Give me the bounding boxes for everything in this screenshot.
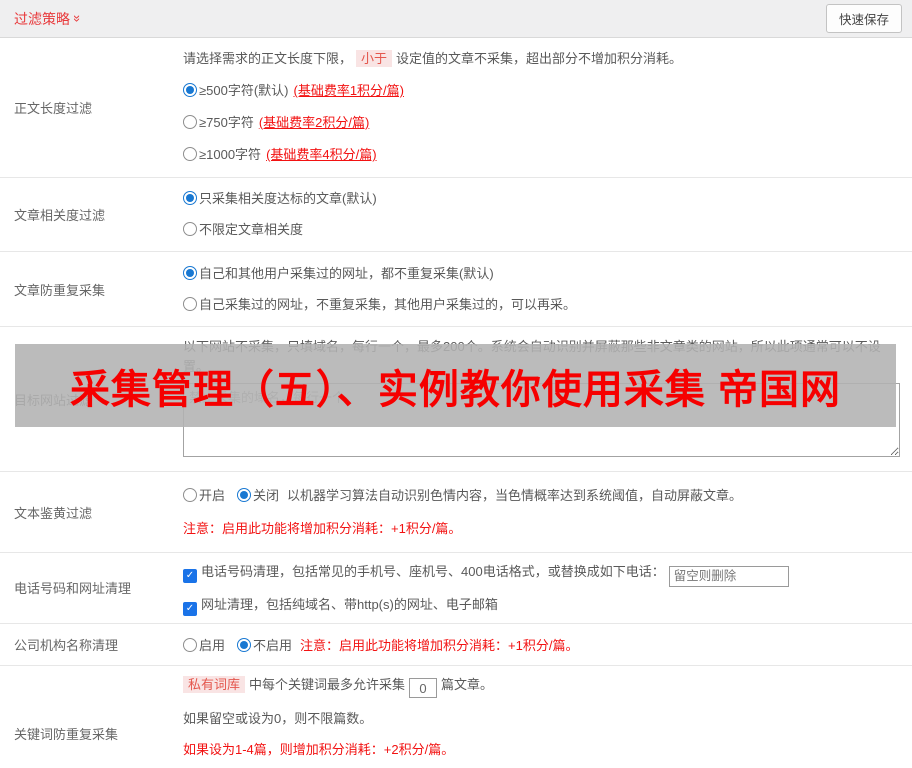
row-porn-filter: 文本鉴黄过滤 开启 关闭 以机器学习算法自动识别色情内容，当色情概率达到系统阈值，自…	[0, 472, 912, 553]
row-label: 关键词防重复采集	[14, 727, 119, 743]
company-clean-on-option[interactable]: 启用	[183, 635, 225, 654]
company-clean-cost-note: 注意：启用此功能将增加积分消耗：+1积分/篇。	[300, 637, 579, 653]
keyword-note-zero: 如果留空或设为0，则不限篇数。	[183, 711, 373, 726]
relevance-option-any[interactable]: 不限定文章相关度	[183, 220, 904, 240]
row-label: 文章相关度过滤	[14, 208, 106, 223]
option-label: 自己采集过的网址，不重复采集，其他用户采集过的，可以再采。	[199, 297, 577, 312]
checkbox-checked-icon[interactable]	[183, 569, 197, 583]
radio-selected-icon[interactable]	[183, 266, 197, 280]
radio-selected-icon[interactable]	[237, 637, 252, 652]
checkbox-label: 网址清理，包括纯域名、带http(s)的网址、电子邮箱	[201, 596, 498, 612]
double-chevron-down-icon: »	[70, 14, 86, 23]
checkbox-checked-icon[interactable]	[183, 601, 197, 616]
row-content-length: 正文长度过滤 请选择需求的正文长度下限， 小于 设定值的文章不采集，超出部分不增加积…	[0, 38, 912, 178]
length-option-500[interactable]: ≥500字符(默认) (基础费率1积分/篇)	[183, 81, 904, 101]
row-label: 公司机构名称清理	[14, 637, 119, 653]
porn-filter-cost-note: 注意：启用此功能将增加积分消耗：+1积分/篇。	[183, 521, 462, 536]
header-bar: 过滤策略 » 快速保存	[0, 0, 912, 38]
option-label: 自己和其他用户采集过的网址，都不重复采集(默认)	[199, 266, 494, 281]
filter-strategy-page: 过滤策略 » 快速保存 正文长度过滤 请选择需求的正文长度下限， 小于 设定值的文章…	[0, 0, 912, 768]
keyword-note-cost: 如果设为1-4篇，则增加积分消耗：+2积分/篇。	[183, 742, 455, 757]
keyword-limit-suffix: 篇文章。	[441, 676, 494, 692]
row-label: 正文长度过滤	[14, 101, 93, 116]
fee-note: (基础费率1积分/篇)	[293, 83, 404, 98]
row-company-clean: 公司机构名称清理 启用 不启用 注意：启用此功能将增加积分消耗：+1积分/篇。	[0, 624, 912, 666]
url-clean-checkbox-row[interactable]: 网址清理，包括纯域名、带http(s)的网址、电子邮箱	[183, 593, 904, 617]
checkbox-label: 电话号码清理，包括常见的手机号、座机号、400电话格式，或替换成如下电话：	[201, 564, 665, 579]
fee-note: (基础费率2积分/篇)	[258, 115, 370, 130]
porn-filter-off-option[interactable]: 关闭	[237, 488, 279, 503]
radio-unselected-icon[interactable]	[183, 637, 197, 652]
row-url-dedup: 文章防重复采集 自己和其他用户采集过的网址，都不重复采集(默认) 自己采集过的网…	[0, 252, 912, 327]
target-site-desc: 以下网站不采集，只填域名，每行一个，最多200个。系统会自动识别并屏蔽那些非文章…	[183, 339, 881, 374]
option-label: ≥1000字符	[199, 147, 262, 162]
radio-unselected-icon[interactable]	[183, 488, 197, 502]
radio-unselected-icon[interactable]	[183, 222, 197, 236]
fee-note: (基础费率4积分/篇)	[266, 147, 377, 162]
blocked-domains-textarea[interactable]	[183, 383, 900, 457]
length-option-1000[interactable]: ≥1000字符 (基础费率4积分/篇)	[183, 145, 904, 165]
radio-unselected-icon[interactable]	[183, 297, 197, 311]
row-label: 电话号码和网址清理	[14, 581, 132, 597]
porn-filter-on-option[interactable]: 开启	[183, 488, 225, 503]
option-label: ≥500字符(默认)	[199, 83, 289, 98]
row-label: 目标网站过滤	[14, 392, 93, 408]
radio-selected-icon[interactable]	[183, 83, 197, 97]
porn-filter-desc: 以机器学习算法自动识别色情内容，当色情概率达到系统阈值，自动屏蔽文章。	[287, 488, 743, 503]
private-lexicon-tag: 私有词库	[183, 675, 246, 693]
keyword-limit-text: 中每个关键词最多允许采集	[249, 676, 406, 692]
max-articles-input[interactable]	[409, 678, 438, 698]
row-label: 文章防重复采集	[14, 282, 106, 298]
phone-clean-checkbox-row[interactable]: 电话号码清理，包括常见的手机号、座机号、400电话格式，或替换成如下电话：	[183, 560, 904, 587]
relevance-option-default[interactable]: 只采集相关度达标的文章(默认)	[183, 189, 904, 209]
company-clean-off-option[interactable]: 不启用	[237, 635, 292, 654]
dedup-option-self-only[interactable]: 自己采集过的网址，不重复采集，其他用户采集过的，可以再采。	[183, 295, 904, 315]
option-label: 不限定文章相关度	[199, 222, 304, 237]
option-label: 只采集相关度达标的文章(默认)	[199, 191, 377, 206]
section-title-toggle[interactable]: 过滤策略 »	[14, 9, 86, 29]
option-label: ≥750字符	[199, 115, 254, 130]
dedup-option-all-users[interactable]: 自己和其他用户采集过的网址，都不重复采集(默认)	[183, 264, 904, 284]
length-option-750[interactable]: ≥750字符 (基础费率2积分/篇)	[183, 113, 904, 133]
replacement-phone-input[interactable]	[668, 565, 789, 587]
radio-unselected-icon[interactable]	[183, 147, 197, 161]
quick-save-button[interactable]: 快速保存	[825, 4, 902, 33]
content-length-desc: 请选择需求的正文长度下限， 小于 设定值的文章不采集，超出部分不增加积分消耗。	[183, 50, 683, 67]
row-phone-url-clean: 电话号码和网址清理 电话号码清理，包括常见的手机号、座机号、400电话格式，或替…	[0, 553, 912, 624]
row-target-site: 目标网站过滤 以下网站不采集，只填域名，每行一个，最多200个。系统会自动识别并…	[0, 327, 912, 472]
page-title: 过滤策略	[14, 10, 70, 27]
row-label: 文本鉴黄过滤	[14, 505, 93, 521]
radio-selected-icon[interactable]	[183, 191, 197, 205]
row-relevance: 文章相关度过滤 只采集相关度达标的文章(默认) 不限定文章相关度	[0, 178, 912, 252]
row-keyword-dedup: 关键词防重复采集 私有词库中每个关键词最多允许采集 篇文章。 如果留空或设为0，则…	[0, 666, 912, 768]
radio-unselected-icon[interactable]	[183, 115, 197, 129]
radio-selected-icon[interactable]	[237, 488, 252, 502]
less-than-tag: 小于	[356, 50, 393, 67]
